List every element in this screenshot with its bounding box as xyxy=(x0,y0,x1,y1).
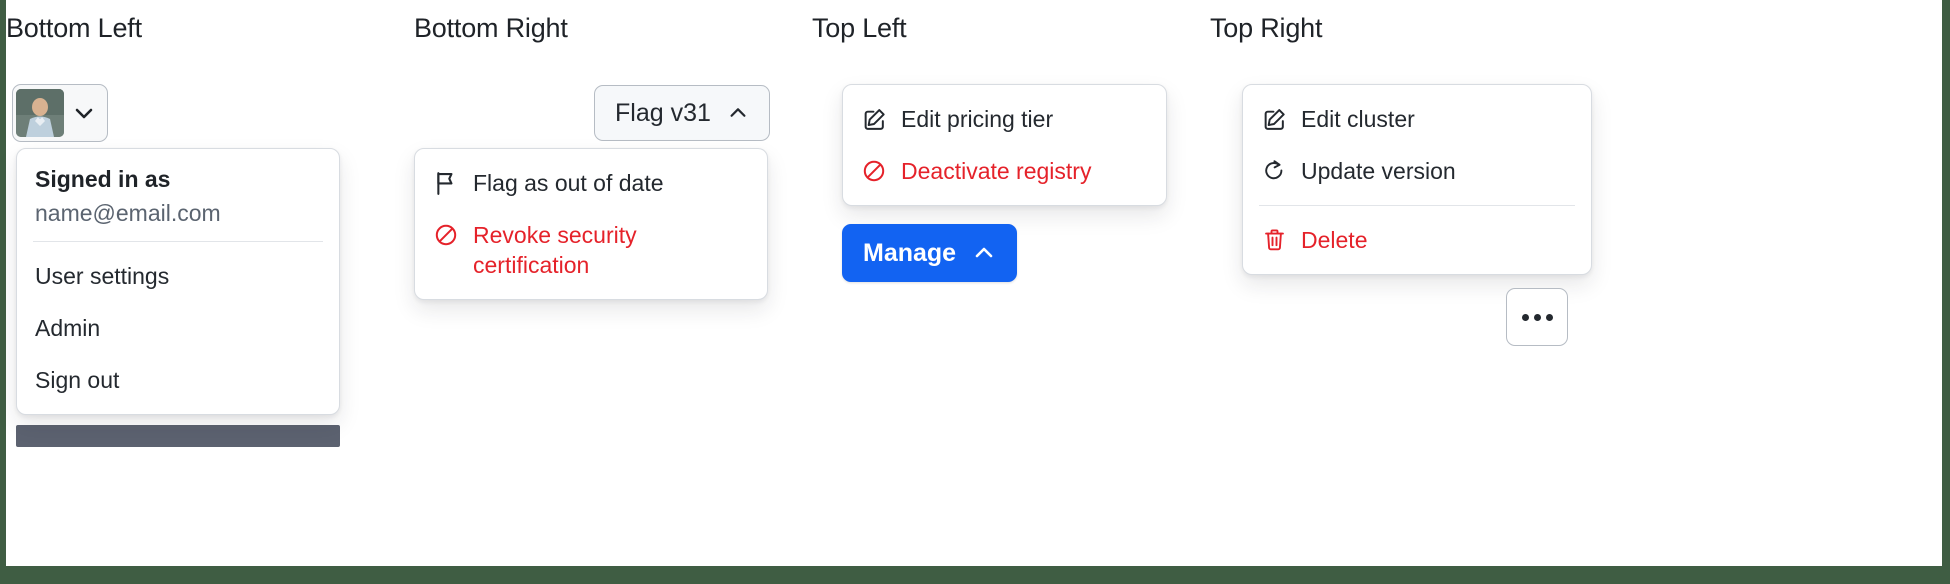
chevron-down-icon xyxy=(64,89,104,137)
column-title-bottom-left: Bottom Left xyxy=(6,13,142,43)
menu-item-edit-cluster[interactable]: Edit cluster xyxy=(1243,93,1591,145)
flag-dropdown-menu: Flag as out of date Revoke security cert… xyxy=(414,148,768,300)
pencil-square-icon xyxy=(861,104,887,134)
signed-in-email: name@email.com xyxy=(35,200,221,226)
column-top-right: Top Right Edit cluster Update version De… xyxy=(1200,0,1942,566)
flag-dropdown-trigger[interactable]: Flag v31 xyxy=(594,85,770,141)
page-edge-right xyxy=(1942,0,1950,584)
menu-item-revoke-security-certification[interactable]: Revoke security certification xyxy=(415,209,767,291)
manage-button-label: Manage xyxy=(863,238,957,267)
column-title-bottom-right: Bottom Right xyxy=(414,13,568,43)
menu-item-label: Revoke security certification xyxy=(473,222,637,278)
menu-item-label: Sign out xyxy=(35,367,120,393)
menu-overflow-strip xyxy=(16,425,340,447)
block-icon xyxy=(861,156,887,186)
menu-item-label: Deactivate registry xyxy=(901,158,1092,184)
menu-item-deactivate-registry[interactable]: Deactivate registry xyxy=(843,145,1166,197)
kebab-dropdown-trigger[interactable] xyxy=(1506,288,1568,346)
signed-in-label: Signed in as xyxy=(35,166,171,192)
trash-icon xyxy=(1261,225,1287,255)
sync-icon xyxy=(1261,156,1287,186)
column-title-top-left: Top Left xyxy=(812,13,907,43)
block-icon xyxy=(433,220,459,250)
user-avatar-photo xyxy=(16,89,64,137)
menu-item-edit-pricing-tier[interactable]: Edit pricing tier xyxy=(843,93,1166,145)
manage-dropdown-trigger[interactable]: Manage xyxy=(842,224,1018,282)
menu-item-label: Delete xyxy=(1301,227,1368,253)
column-bottom-right: Bottom Right Flag v31 Flag as out of dat… xyxy=(404,0,804,566)
chevron-up-icon xyxy=(727,102,749,124)
column-title-top-right: Top Right xyxy=(1210,13,1323,43)
menu-item-label: User settings xyxy=(35,263,170,289)
account-dropdown-menu: Signed in as name@email.com User setting… xyxy=(16,148,340,415)
demo-canvas: Bottom Left Signed in as name@email.com … xyxy=(6,0,1942,566)
cluster-dropdown-menu: Edit cluster Update version Delete xyxy=(1242,84,1592,275)
menu-item-label: Admin xyxy=(35,315,101,341)
chevron-up-icon xyxy=(972,241,996,265)
menu-item-delete[interactable]: Delete xyxy=(1243,214,1591,266)
manage-dropdown-menu: Edit pricing tier Deactivate registry xyxy=(842,84,1167,206)
flag-button-label: Flag v31 xyxy=(615,98,711,127)
column-bottom-left: Bottom Left Signed in as name@email.com … xyxy=(6,0,406,566)
avatar-dropdown-trigger[interactable] xyxy=(12,84,108,142)
menu-item-label: Edit pricing tier xyxy=(901,106,1054,132)
menu-item-admin[interactable]: Admin xyxy=(17,302,339,354)
signed-in-header: Signed in as name@email.com xyxy=(17,157,339,233)
menu-item-flag-as-out-of-date[interactable]: Flag as out of date xyxy=(415,157,767,209)
menu-item-sign-out[interactable]: Sign out xyxy=(17,354,339,406)
flag-icon xyxy=(433,168,459,198)
menu-divider xyxy=(33,241,323,242)
menu-item-label: Edit cluster xyxy=(1301,106,1415,132)
menu-item-update-version[interactable]: Update version xyxy=(1243,145,1591,197)
menu-item-label: Flag as out of date xyxy=(473,170,664,196)
kebab-horizontal-icon xyxy=(1521,313,1553,321)
menu-divider xyxy=(1259,205,1575,206)
page-edge-bottom xyxy=(0,566,1950,584)
menu-item-label: Update version xyxy=(1301,158,1456,184)
pencil-square-icon xyxy=(1261,104,1287,134)
menu-item-user-settings[interactable]: User settings xyxy=(17,250,339,302)
column-top-left: Top Left Edit pricing tier Deactivate re… xyxy=(802,0,1202,566)
